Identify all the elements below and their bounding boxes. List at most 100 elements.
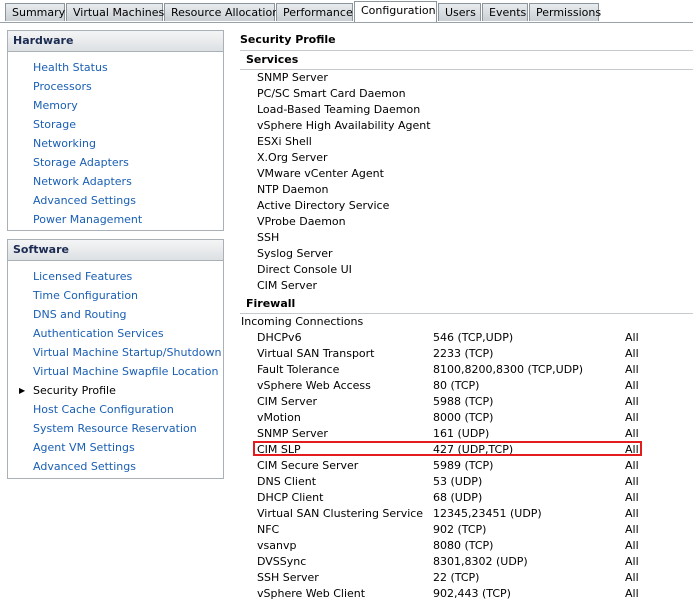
- firewall-row: CIM Secure Server 5989 (TCP) All: [257, 458, 687, 474]
- service-item: SNMP Server: [257, 71, 328, 84]
- sw-item-authentication-services[interactable]: Authentication Services: [8, 324, 223, 343]
- rule-ports: 902,443 (TCP): [433, 587, 511, 600]
- sw-item-security-profile-label: Security Profile: [33, 384, 116, 397]
- rule-name: CIM Secure Server: [257, 459, 359, 472]
- hw-item-advanced-settings[interactable]: Advanced Settings: [8, 191, 223, 210]
- rule-ports: 8080 (TCP): [433, 539, 494, 552]
- sw-item-time-configuration[interactable]: Time Configuration: [8, 286, 223, 305]
- page-title: Security Profile: [240, 33, 336, 46]
- rule-ports: 8301,8302 (UDP): [433, 555, 528, 568]
- rule-name: vSphere Web Access: [257, 379, 371, 392]
- rule-scope: All: [625, 491, 639, 504]
- rule-ports: 53 (UDP): [433, 475, 483, 488]
- rule-ports: 902 (TCP): [433, 523, 487, 536]
- service-item: Active Directory Service: [257, 199, 390, 212]
- firewall-row: SNMP Server 161 (UDP) All: [257, 426, 687, 442]
- firewall-row: NFC 902 (TCP) All: [257, 522, 687, 538]
- rule-scope: All: [625, 331, 639, 344]
- rule-name: DHCP Client: [257, 491, 324, 504]
- rule-scope: All: [625, 411, 639, 424]
- rule-ports: 80 (TCP): [433, 379, 480, 392]
- rule-ports: 2233 (TCP): [433, 347, 494, 360]
- hw-item-networking[interactable]: Networking: [8, 134, 223, 153]
- hw-item-network-adapters[interactable]: Network Adapters: [8, 172, 223, 191]
- rule-ports: 22 (TCP): [433, 571, 480, 584]
- sw-item-dns-routing[interactable]: DNS and Routing: [8, 305, 223, 324]
- rule-name: CIM SLP: [257, 443, 301, 456]
- rule-name: Virtual SAN Clustering Service: [257, 507, 424, 520]
- tab-performance[interactable]: Performance: [276, 3, 353, 21]
- incoming-connections-label: Incoming Connections: [241, 315, 364, 328]
- firewall-row-highlighted: CIM SLP 427 (UDP,TCP) All: [257, 442, 687, 458]
- tab-users[interactable]: Users: [438, 3, 481, 21]
- service-item: vSphere High Availability Agent: [257, 119, 431, 132]
- service-item: Load-Based Teaming Daemon: [257, 103, 421, 116]
- hw-item-memory[interactable]: Memory: [8, 96, 223, 115]
- rule-name: SNMP Server: [257, 427, 328, 440]
- rule-ports: 5989 (TCP): [433, 459, 494, 472]
- rule-scope: All: [625, 555, 639, 568]
- tab-summary[interactable]: Summary: [5, 3, 65, 21]
- rule-name: SSH Server: [257, 571, 319, 584]
- rule-name: Fault Tolerance: [257, 363, 340, 376]
- title-divider: [240, 50, 693, 51]
- rule-ports: 12345,23451 (UDP): [433, 507, 542, 520]
- rule-ports: 5988 (TCP): [433, 395, 494, 408]
- rule-scope: All: [625, 523, 639, 536]
- sw-item-system-resource-reservation[interactable]: System Resource Reservation: [8, 419, 223, 438]
- hw-item-power-management[interactable]: Power Management: [8, 210, 223, 229]
- rule-ports: 8000 (TCP): [433, 411, 494, 424]
- firewall-row: Fault Tolerance 8100,8200,8300 (TCP,UDP) A…: [257, 362, 687, 378]
- service-item: SSH: [257, 231, 280, 244]
- rule-name: Virtual SAN Transport: [257, 347, 375, 360]
- rule-scope: All: [625, 363, 639, 376]
- rule-name: vsanvp: [257, 539, 297, 552]
- hw-item-storage[interactable]: Storage: [8, 115, 223, 134]
- sw-item-vm-swapfile-location[interactable]: Virtual Machine Swapfile Location: [8, 362, 223, 381]
- hw-item-storage-adapters[interactable]: Storage Adapters: [8, 153, 223, 172]
- sw-item-vm-startup-shutdown[interactable]: Virtual Machine Startup/Shutdown: [8, 343, 223, 362]
- tab-permissions[interactable]: Permissions: [529, 3, 601, 21]
- firewall-row: DNS Client 53 (UDP) All: [257, 474, 687, 490]
- rule-name: DVSSync: [257, 555, 307, 568]
- hw-item-processors[interactable]: Processors: [8, 77, 223, 96]
- sw-item-security-profile[interactable]: ▶ Security Profile: [8, 381, 223, 400]
- rule-ports: 8100,8200,8300 (TCP,UDP): [433, 363, 584, 376]
- firewall-row: Virtual SAN Transport 2233 (TCP) All: [257, 346, 687, 362]
- hardware-panel: Hardware Health Status Processors Memory…: [7, 30, 224, 231]
- rule-ports: 68 (UDP): [433, 491, 483, 504]
- service-item: VMware vCenter Agent: [257, 167, 384, 180]
- rule-name: NFC: [257, 523, 280, 536]
- service-item: ESXi Shell: [257, 135, 312, 148]
- tab-configuration[interactable]: Configuration: [354, 1, 437, 22]
- rule-ports: 546 (TCP,UDP): [433, 331, 514, 344]
- software-panel: Software Licensed Features Time Configur…: [7, 239, 224, 479]
- sw-item-licensed-features[interactable]: Licensed Features: [8, 267, 223, 286]
- sw-item-advanced-settings[interactable]: Advanced Settings: [8, 457, 223, 476]
- sw-item-agent-vm-settings[interactable]: Agent VM Settings: [8, 438, 223, 457]
- hw-item-health-status[interactable]: Health Status: [8, 58, 223, 77]
- services-heading: Services: [246, 53, 299, 66]
- service-item: PC/SC Smart Card Daemon: [257, 87, 406, 100]
- rule-name: CIM Server: [257, 395, 317, 408]
- service-item: NTP Daemon: [257, 183, 329, 196]
- service-item: X.Org Server: [257, 151, 328, 164]
- firewall-heading: Firewall: [246, 297, 296, 310]
- firewall-row: DVSSync 8301,8302 (UDP) All: [257, 554, 687, 570]
- firewall-row: SSH Server 22 (TCP) All: [257, 570, 687, 586]
- sw-item-host-cache-configuration[interactable]: Host Cache Configuration: [8, 400, 223, 419]
- tab-virtual-machines[interactable]: Virtual Machines: [66, 3, 164, 21]
- firewall-row: DHCP Client 68 (UDP) All: [257, 490, 687, 506]
- firewall-row: vMotion 8000 (TCP) All: [257, 410, 687, 426]
- firewall-row: vSphere Web Access 80 (TCP) All: [257, 378, 687, 394]
- tab-resource-allocation[interactable]: Resource Allocation: [164, 3, 279, 21]
- tab-events[interactable]: Events: [482, 3, 528, 21]
- rule-name: vSphere Web Client: [257, 587, 366, 600]
- rule-scope: All: [625, 395, 639, 408]
- service-item: VProbe Daemon: [257, 215, 346, 228]
- firewall-row: vsanvp 8080 (TCP) All: [257, 538, 687, 554]
- service-item: Syslog Server: [257, 247, 333, 260]
- service-item: Direct Console UI: [257, 263, 352, 276]
- rule-scope: All: [625, 571, 639, 584]
- rule-scope: All: [625, 459, 639, 472]
